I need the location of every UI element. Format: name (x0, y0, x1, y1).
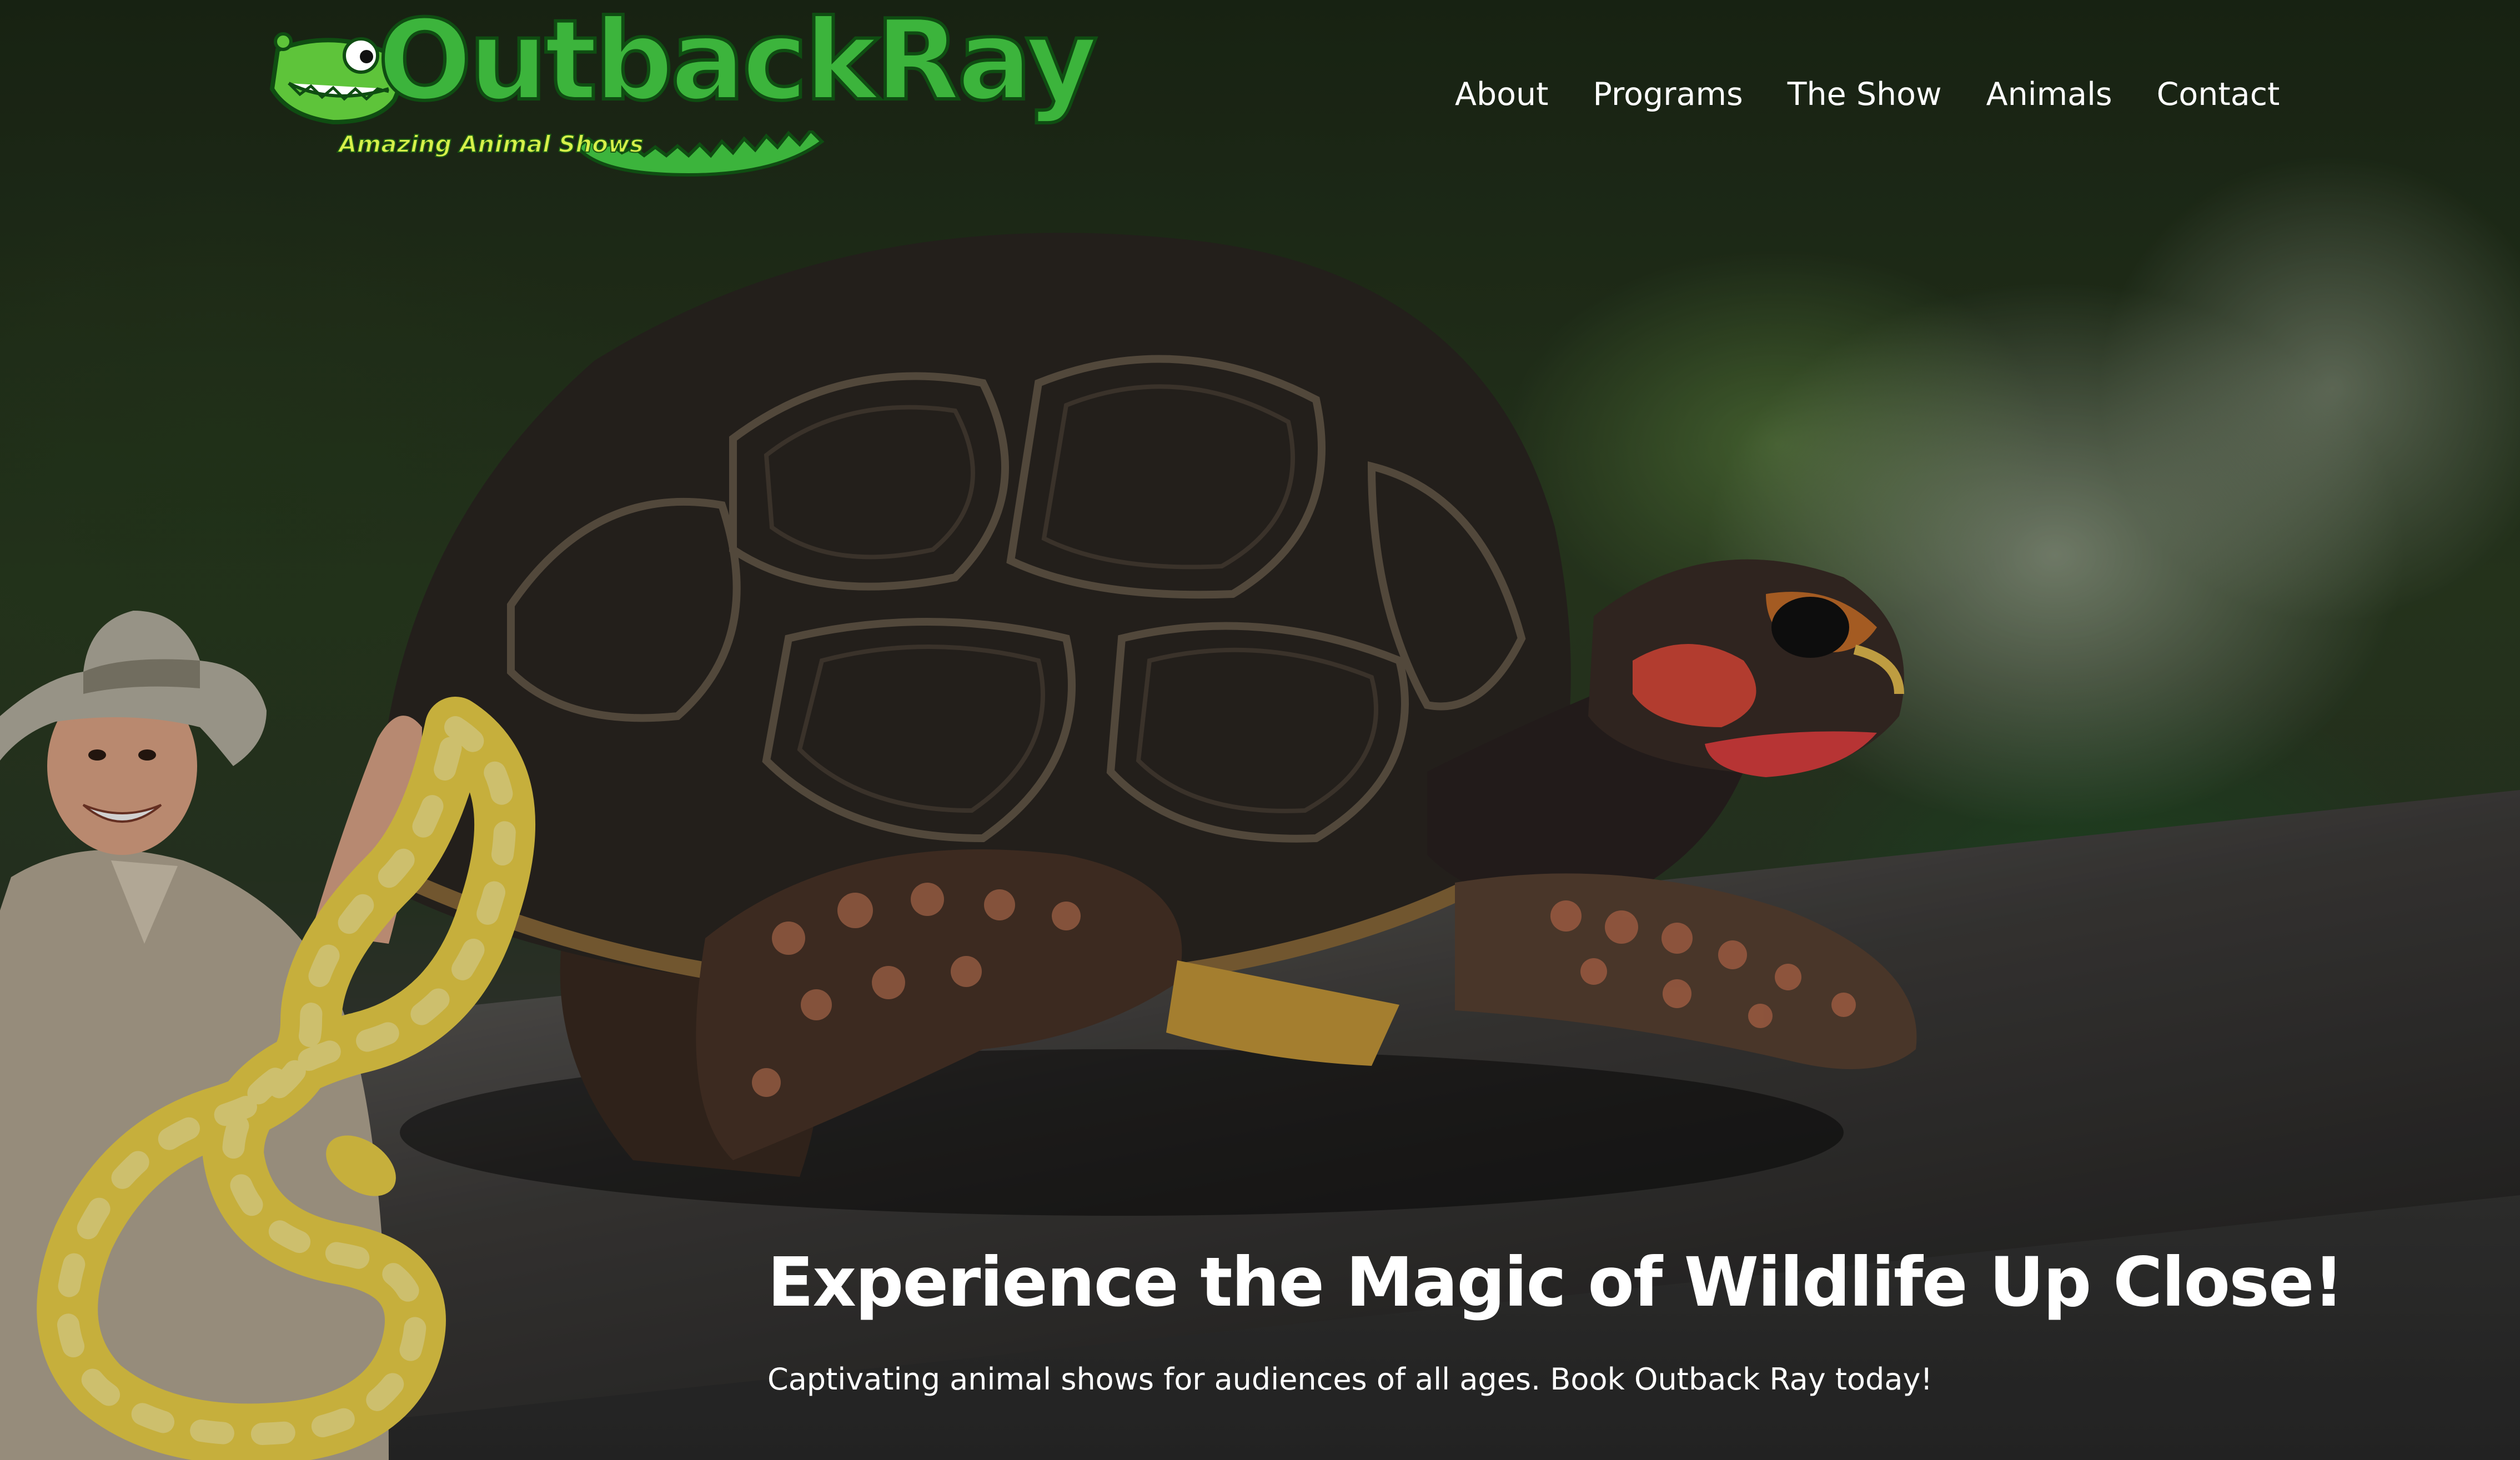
logo-tagline: Amazing Animal Shows (338, 130, 644, 158)
hero-section: OutbackRay Amazing Animal Shows About Pr… (0, 0, 2520, 1460)
nav-link-animals[interactable]: Animals (1986, 69, 2112, 119)
hero-subtitle: Captivating animal shows for audiences o… (767, 1362, 1933, 1397)
hero-title: Experience the Magic of Wildlife Up Clos… (767, 1243, 2344, 1322)
nav-link-about[interactable]: About (1455, 69, 1549, 119)
site-logo[interactable]: OutbackRay Amazing Animal Shows (267, 4, 1100, 178)
site-header: OutbackRay Amazing Animal Shows About Pr… (0, 0, 2520, 189)
nav-link-contact[interactable]: Contact (2157, 69, 2280, 119)
main-navigation: About Programs The Show Animals Contact (1455, 69, 2280, 119)
logo-wordmark: OutbackRay (376, 0, 1100, 125)
nav-link-the-show[interactable]: The Show (1788, 69, 1942, 119)
nav-link-programs[interactable]: Programs (1593, 69, 1743, 119)
